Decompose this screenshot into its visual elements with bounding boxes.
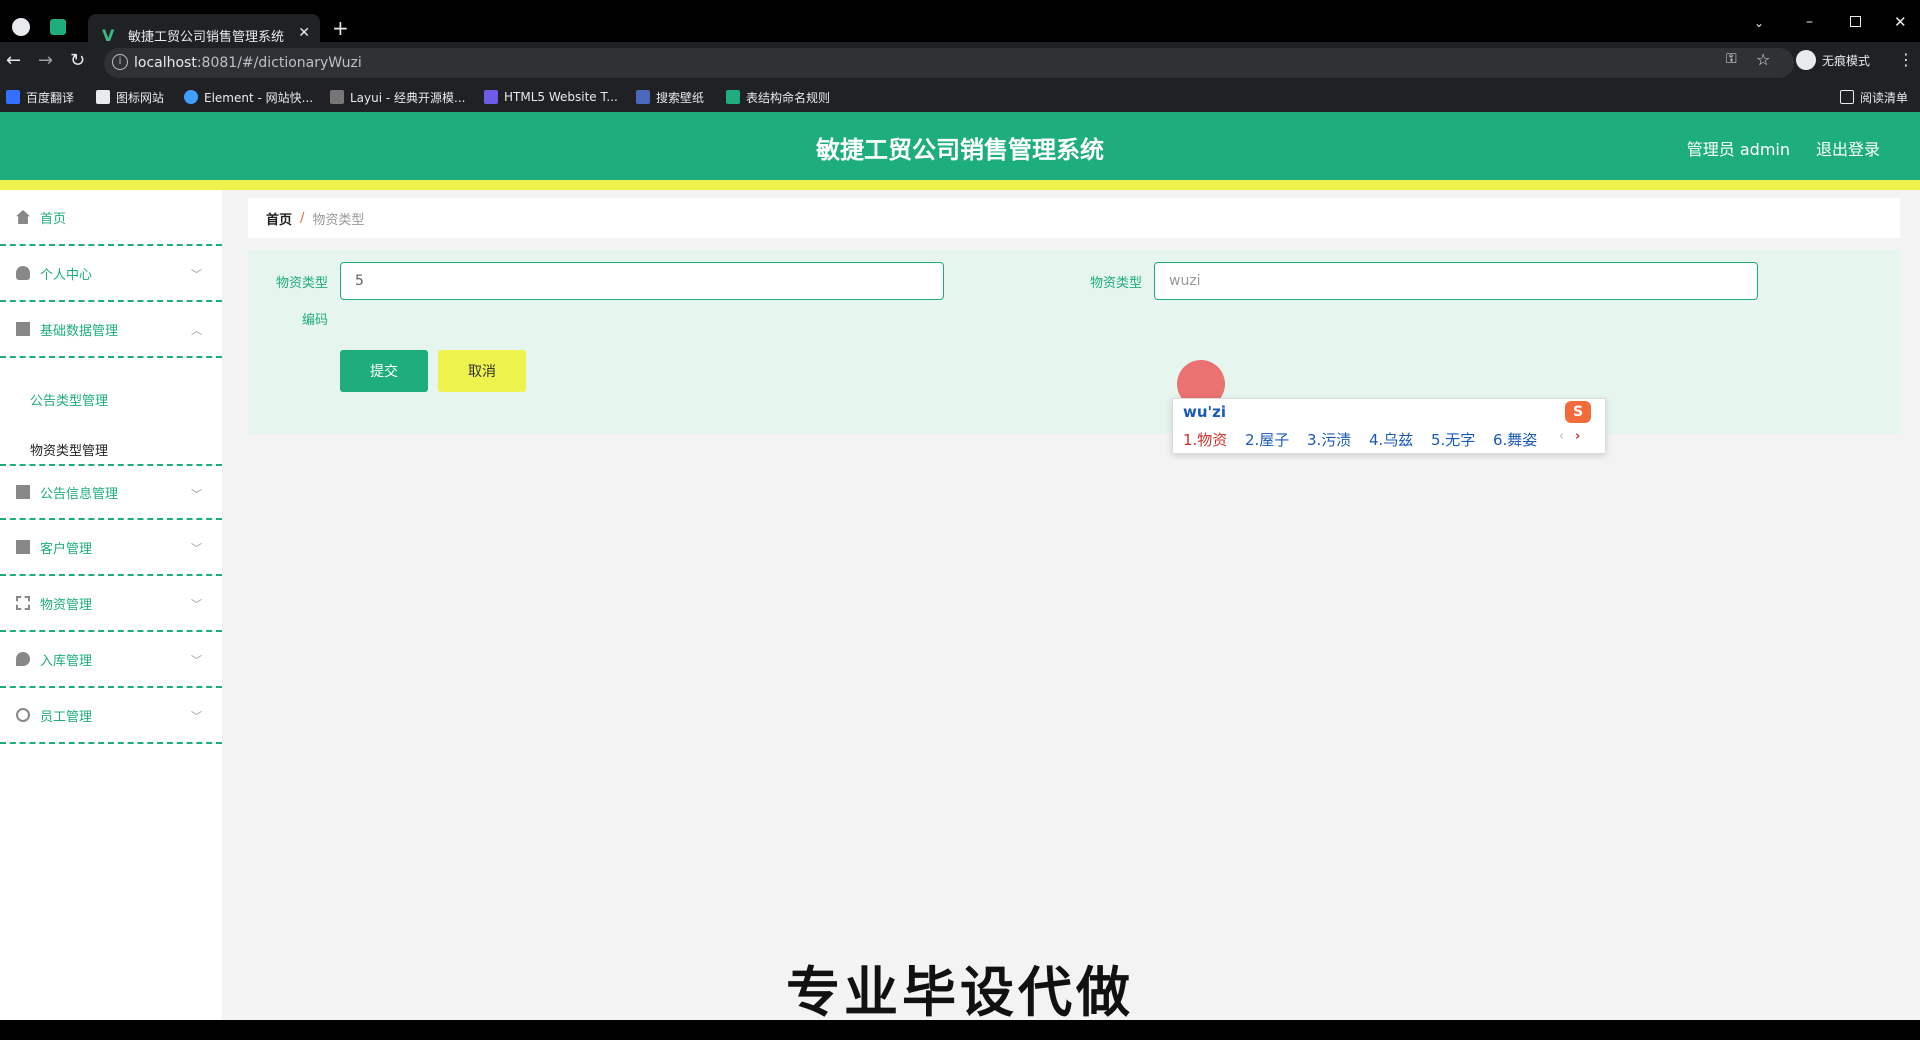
chevron-down-icon: ﹀	[191, 598, 202, 611]
code-field-label: 物资类型 编码	[275, 276, 328, 328]
address-bar[interactable]: i localhost:8081/#/dictionaryWuzi	[104, 48, 1794, 78]
sidebar-item-notice-info[interactable]: 公告信息管理 ﹀	[0, 464, 222, 520]
incognito-label: 无痕模式	[1822, 53, 1871, 68]
reading-list[interactable]: 阅读清单	[1840, 88, 1908, 106]
staff-icon	[16, 708, 30, 722]
app-header: 敏捷工贸公司销售管理系统 管理员 admin 退出登录	[0, 112, 1920, 180]
ime-candidate[interactable]: 2.屋子	[1245, 429, 1289, 450]
layui-icon	[330, 90, 344, 104]
ime-candidate[interactable]: 6.舞姿	[1493, 429, 1537, 450]
chevron-up-icon: ︿	[191, 324, 202, 337]
bookmark-item[interactable]: 图标网站	[96, 88, 164, 106]
name-field-label: 物资类型	[1089, 276, 1142, 291]
forward-icon[interactable]: →	[38, 50, 53, 71]
tab-close-icon[interactable]: ✕	[298, 25, 310, 41]
ime-candidate[interactable]: 5.无字	[1431, 429, 1475, 450]
bookmark-item[interactable]: Layui - 经典开源模...	[330, 88, 465, 106]
bookmarks-bar: 百度翻译 图标网站 Element - 网站快... Layui - 经典开源模…	[0, 82, 1920, 112]
logout-link[interactable]: 退出登录	[1816, 136, 1880, 160]
system-title: 敏捷工贸公司销售管理系统	[816, 136, 1104, 164]
sidebar-item-customer[interactable]: 客户管理 ﹀	[0, 520, 222, 576]
key-icon[interactable]: ⚿	[1726, 51, 1737, 67]
wallpaper-icon	[636, 90, 650, 104]
pinned-tab-icon[interactable]	[50, 19, 66, 35]
browser-toolbar: ← → ↻ i localhost:8081/#/dictionaryWuzi …	[0, 42, 1920, 82]
ime-prev-icon[interactable]: ‹	[1559, 429, 1564, 444]
incognito-icon	[1796, 50, 1816, 70]
back-icon[interactable]: ←	[6, 50, 21, 71]
name-input[interactable]: wuzi	[1154, 262, 1758, 300]
reading-list-icon	[1840, 90, 1854, 104]
url-rest: :8081/#/dictionaryWuzi	[196, 55, 362, 71]
site-info-icon[interactable]: i	[112, 54, 128, 70]
goods-icon	[16, 596, 30, 610]
chevron-down-icon: ﹀	[191, 710, 202, 723]
close-window-icon[interactable]: ✕	[1894, 13, 1907, 31]
browser-logo-icon	[12, 18, 30, 36]
ime-candidate[interactable]: 1.物资	[1183, 429, 1227, 450]
current-user: 管理员 admin	[1686, 140, 1790, 159]
notice-icon	[16, 485, 30, 499]
sidebar-item-home[interactable]: 首页	[0, 190, 222, 246]
cancel-button[interactable]: 取消	[438, 350, 526, 392]
flag-icon	[96, 90, 110, 104]
sidebar-subitem-notice-type[interactable]: 公告类型管理	[30, 390, 108, 409]
restore-icon[interactable]	[1850, 16, 1861, 27]
reload-icon[interactable]: ↻	[70, 50, 85, 71]
form-panel: 物资类型 编码 5 物资类型 wuzi 提交 取消	[248, 250, 1900, 434]
submit-button[interactable]: 提交	[340, 350, 428, 392]
ime-composition: wu'zi	[1183, 403, 1227, 421]
overlay-caption: 专业毕设代做	[786, 961, 1134, 1020]
table-icon	[726, 90, 740, 104]
sidebar-item-staff[interactable]: 员工管理 ﹀	[0, 688, 222, 744]
html5-icon	[484, 90, 498, 104]
sidebar-item-basic-data[interactable]: 基础数据管理 ︿	[0, 302, 222, 358]
bookmark-star-icon[interactable]: ☆	[1756, 50, 1770, 69]
sidebar-item-storage[interactable]: 入库管理 ﹀	[0, 632, 222, 688]
bookmark-item[interactable]: Element - 网站快...	[184, 88, 313, 106]
chevron-down-icon: ﹀	[191, 542, 202, 555]
ime-next-icon[interactable]: ›	[1575, 429, 1580, 444]
database-icon	[16, 322, 30, 336]
breadcrumb-current: 物资类型	[312, 212, 365, 228]
breadcrumb-separator: /	[300, 210, 305, 226]
bookmark-item[interactable]: 表结构命名规则	[726, 88, 830, 106]
breadcrumb: 首页 / 物资类型	[248, 198, 1900, 238]
ime-candidate[interactable]: 3.污渍	[1307, 429, 1351, 450]
sidebar-item-profile[interactable]: 个人中心 ﹀	[0, 246, 222, 302]
bookmark-item[interactable]: HTML5 Website T...	[484, 88, 618, 106]
ime-candidate[interactable]: 4.乌兹	[1369, 429, 1413, 450]
url-host: localhost	[134, 55, 197, 71]
sogou-logo-icon: S	[1565, 401, 1591, 423]
sidebar: 首页 个人中心 ﹀ 基础数据管理 ︿ 公告类型管理 物资类型管理 公告信息管理 …	[0, 190, 222, 1020]
customer-icon	[16, 540, 30, 554]
new-tab-icon[interactable]: +	[332, 16, 349, 40]
baidu-translate-icon	[6, 90, 20, 104]
header-accent-bar	[0, 180, 1920, 190]
chevron-down-icon: ﹀	[191, 654, 202, 667]
sidebar-item-goods[interactable]: 物资管理 ﹀	[0, 576, 222, 632]
element-icon	[184, 90, 198, 104]
chevron-down-icon: ﹀	[191, 268, 202, 281]
menu-kebab-icon[interactable]: ⋮	[1898, 50, 1914, 69]
app-page: 敏捷工贸公司销售管理系统 管理员 admin 退出登录 首页 个人中心 ﹀ 基础…	[0, 112, 1920, 1020]
user-icon	[16, 266, 30, 280]
breadcrumb-home[interactable]: 首页	[266, 209, 292, 228]
tab-search-icon[interactable]: ⌄	[1754, 16, 1764, 30]
sidebar-subitem-goods-type[interactable]: 物资类型管理	[30, 440, 108, 459]
code-input[interactable]: 5	[340, 262, 944, 300]
storage-icon	[16, 652, 30, 666]
home-icon	[16, 210, 30, 224]
bottom-letterbox	[0, 1020, 1920, 1040]
incognito-badge[interactable]: 无痕模式	[1796, 50, 1870, 70]
chevron-down-icon: ﹀	[191, 488, 202, 501]
ime-candidate-window: wu'zi S 1.物资 2.屋子 3.污渍 4.乌兹 5.无字 6.舞姿 ‹ …	[1172, 398, 1606, 454]
bookmark-item[interactable]: 百度翻译	[6, 88, 74, 106]
bookmark-item[interactable]: 搜索壁纸	[636, 88, 704, 106]
minimize-icon[interactable]: –	[1806, 14, 1813, 30]
